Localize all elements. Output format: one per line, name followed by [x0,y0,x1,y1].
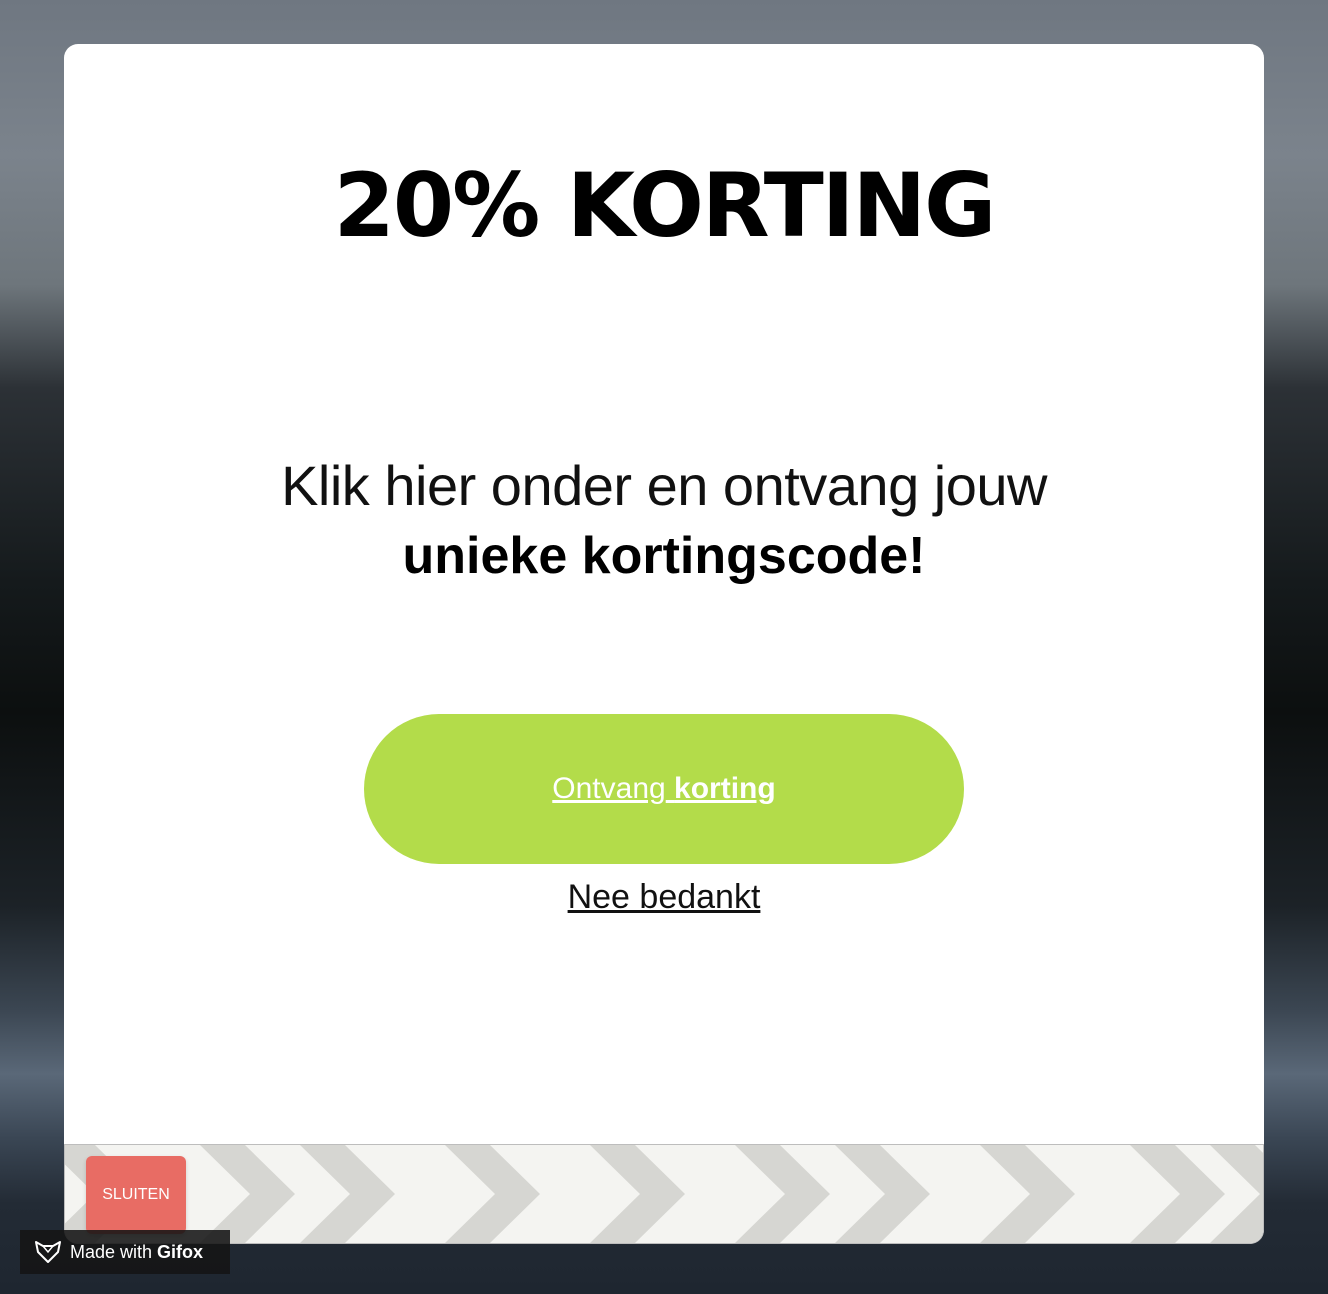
gifox-watermark: Made with Gifox [20,1230,230,1274]
fox-icon [34,1240,62,1264]
cta-label-regular: Ontvang [552,772,666,805]
countdown-progress-bar [64,1144,1264,1244]
popup-subtitle: Klik hier onder en ontvang jouw unieke k… [64,452,1264,592]
watermark-prefix: Made with [70,1241,153,1262]
decline-link[interactable]: Nee bedankt [568,878,761,916]
discount-popup: 20% KORTING Klik hier onder en ontvang j… [64,44,1264,1244]
get-discount-button[interactable]: Ontvang korting [364,714,964,864]
watermark-brand: Gifox [157,1241,204,1262]
decline-row: Nee bedankt [64,878,1264,917]
chevron-stripes [65,1145,1263,1243]
close-button[interactable]: SLUITEN [86,1156,186,1234]
subtitle-line-1: Klik hier onder en ontvang jouw [281,454,1047,517]
popup-headline: 20% KORTING [333,154,997,257]
subtitle-line-2: unieke kortingscode! [402,527,926,585]
cta-label-bold: korting [674,772,776,805]
